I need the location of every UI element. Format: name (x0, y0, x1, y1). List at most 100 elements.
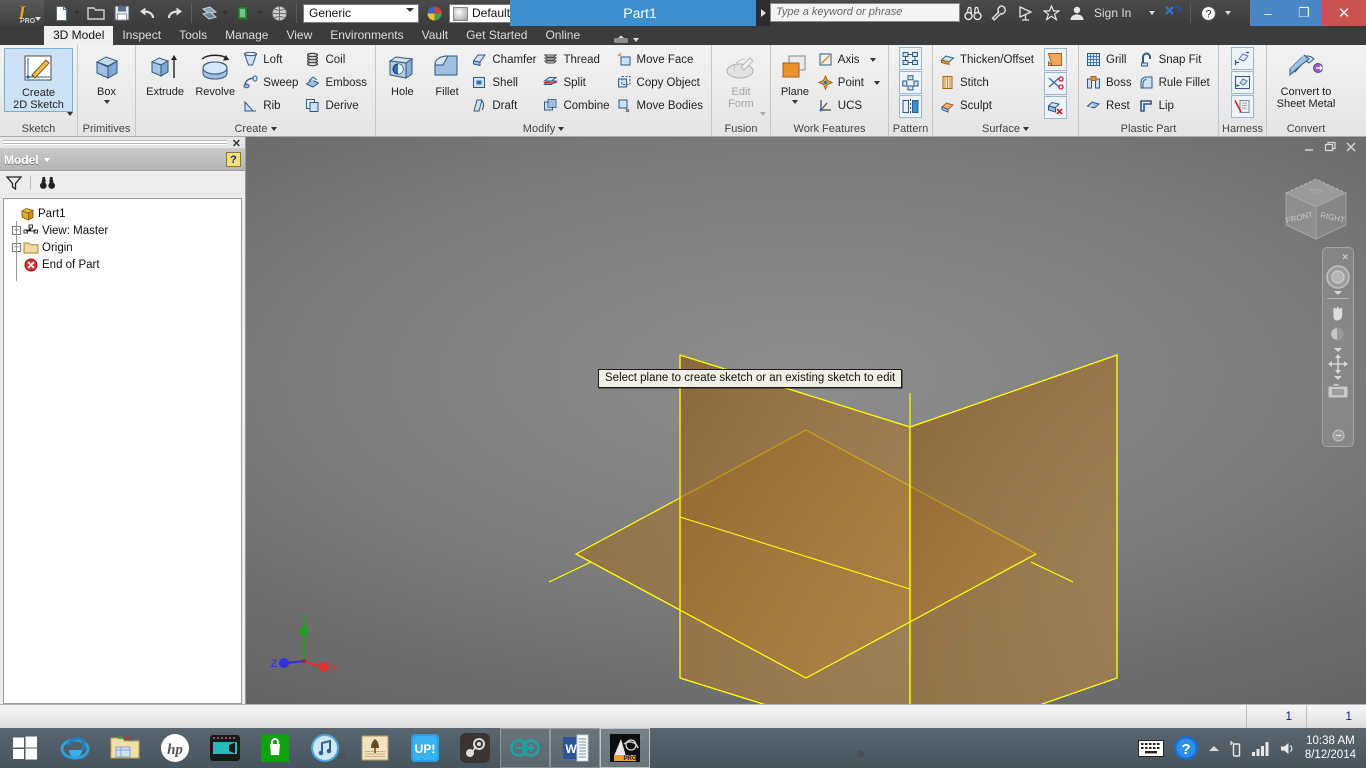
tree-item-origin[interactable]: + Origin (8, 239, 237, 256)
extrude-button[interactable]: Extrude (140, 48, 190, 98)
tab-view[interactable]: View (277, 26, 321, 45)
hp-button[interactable]: hp (150, 728, 200, 768)
minimize-button[interactable]: – (1250, 0, 1286, 26)
lip-button[interactable]: Lip (1136, 94, 1214, 117)
split-button[interactable]: Split (540, 71, 613, 94)
filter-icon[interactable] (6, 176, 22, 190)
itunes-button[interactable] (300, 728, 350, 768)
network-icon[interactable] (1229, 740, 1243, 757)
chevron-down-icon[interactable] (1334, 376, 1342, 380)
combine-button[interactable]: Combine (540, 94, 613, 117)
graphics-viewport[interactable]: Select plane to create sketch or an exis… (246, 137, 1366, 704)
keyboard-icon[interactable] (1138, 740, 1164, 757)
tab-online[interactable]: Online (536, 26, 589, 45)
plane-button[interactable]: Plane (775, 48, 815, 104)
browser-drag-handle[interactable]: ✕ (0, 137, 245, 149)
tree-item-part1[interactable]: Part1 (8, 205, 237, 222)
inventor-button[interactable]: PRO (600, 728, 650, 768)
arduino-button[interactable] (500, 728, 550, 768)
material-combo[interactable]: Generic (303, 4, 419, 23)
save-button[interactable] (110, 2, 134, 24)
internet-explorer-button[interactable] (50, 728, 100, 768)
browser-help-badge[interactable]: ? (226, 152, 241, 167)
orbit-icon[interactable] (1325, 353, 1351, 375)
sign-in-button[interactable]: Sign In (1094, 6, 1131, 20)
rule-fillet-button[interactable]: Rule Fillet (1136, 71, 1214, 94)
copy-object-button[interactable]: Copy Object (614, 71, 707, 94)
coil-button[interactable]: Coil (302, 48, 371, 71)
delete-wire-button[interactable] (1231, 95, 1254, 118)
chevron-down-icon[interactable] (1334, 348, 1342, 352)
redo-button[interactable] (162, 2, 186, 24)
return-button[interactable] (232, 2, 256, 24)
chevron-down-icon[interactable] (271, 127, 277, 131)
circular-pattern-button[interactable] (899, 71, 922, 94)
chevron-down-icon[interactable] (257, 11, 263, 15)
document-menu-button[interactable] (756, 0, 770, 26)
signal-bars-icon[interactable] (1252, 741, 1270, 756)
convert-to-sheet-metal-button[interactable]: Convert toSheet Metal (1271, 48, 1341, 110)
create-2d-sketch-button[interactable]: Create2D Sketch (4, 48, 73, 112)
ucs-button[interactable]: UCS (815, 94, 884, 117)
shell-button[interactable]: Shell (469, 71, 540, 94)
thicken-offset-button[interactable]: Thicken/Offset (937, 48, 1038, 71)
chevron-down-icon[interactable] (760, 112, 766, 116)
chevron-down-icon[interactable] (870, 58, 876, 62)
chevron-down-icon[interactable] (874, 81, 880, 85)
chevron-down-icon[interactable] (1149, 11, 1155, 15)
close-button[interactable]: ✕ (1322, 0, 1366, 26)
chevron-down-icon[interactable] (406, 8, 414, 26)
tab-inspect[interactable]: Inspect (113, 26, 170, 45)
trim-button[interactable] (1044, 72, 1067, 95)
star-icon[interactable] (1039, 2, 1063, 24)
revolve-button[interactable]: Revolve (190, 48, 240, 98)
search-input[interactable]: Type a keyword or phrase (770, 3, 960, 22)
up-app-button[interactable]: UP! (400, 728, 450, 768)
start-button[interactable] (0, 728, 50, 768)
exchange-apps-icon[interactable] (1161, 2, 1185, 24)
material-browser-button[interactable] (422, 2, 446, 24)
tree-item-end-of-part[interactable]: End of Part (8, 256, 237, 273)
tab-environments[interactable]: Environments (321, 26, 412, 45)
open-file-button[interactable] (84, 2, 108, 24)
satellite-icon[interactable] (1013, 2, 1037, 24)
grill-button[interactable]: Grill (1083, 48, 1136, 71)
rest-button[interactable]: Rest (1083, 94, 1136, 117)
chevron-down-icon[interactable] (1023, 127, 1029, 131)
chevron-down-icon[interactable] (104, 100, 110, 104)
box-button[interactable]: Box (82, 48, 131, 104)
move-bodies-button[interactable]: Move Bodies (614, 94, 707, 117)
zoom-magnifier-icon[interactable] (1325, 325, 1351, 347)
file-explorer-button[interactable] (100, 728, 150, 768)
point-button[interactable]: Point (815, 71, 884, 94)
select-filter-button[interactable] (197, 2, 221, 24)
steam-button[interactable] (450, 728, 500, 768)
tab-tools[interactable]: Tools (170, 26, 216, 45)
show-motion-camera-icon[interactable] (1325, 381, 1351, 401)
chevron-down-icon[interactable] (1334, 291, 1342, 295)
navbar-options-icon[interactable] (1325, 429, 1351, 442)
media-app-button[interactable] (200, 728, 250, 768)
chamfer-button[interactable]: Chamfer (469, 48, 540, 71)
emboss-button[interactable]: Emboss (302, 71, 371, 94)
pan-hand-icon[interactable] (1325, 302, 1351, 324)
axis-button[interactable]: Axis (815, 48, 884, 71)
chevron-up-icon[interactable] (1208, 744, 1220, 753)
edit-wire-button[interactable] (1231, 71, 1254, 94)
clock[interactable]: 10:38 AM 8/12/2014 (1305, 734, 1356, 762)
chevron-down-icon[interactable] (1225, 11, 1231, 15)
store-button[interactable] (250, 728, 300, 768)
user-icon[interactable] (1065, 2, 1089, 24)
derive-button[interactable]: Derive (302, 94, 371, 117)
maximize-button[interactable]: ❐ (1286, 0, 1322, 26)
boss-button[interactable]: Boss (1083, 71, 1136, 94)
delete-face-button[interactable] (1044, 96, 1067, 119)
create-wire-button[interactable] (1231, 47, 1254, 70)
chevron-down-icon[interactable] (222, 11, 228, 15)
find-binoculars-icon[interactable] (39, 176, 56, 190)
tab-vault[interactable]: Vault (413, 26, 457, 45)
hole-button[interactable]: Hole (380, 48, 425, 98)
edit-form-button[interactable]: EditForm (716, 48, 766, 110)
chevron-down-icon[interactable] (633, 38, 639, 42)
chevron-down-icon[interactable] (558, 127, 564, 131)
